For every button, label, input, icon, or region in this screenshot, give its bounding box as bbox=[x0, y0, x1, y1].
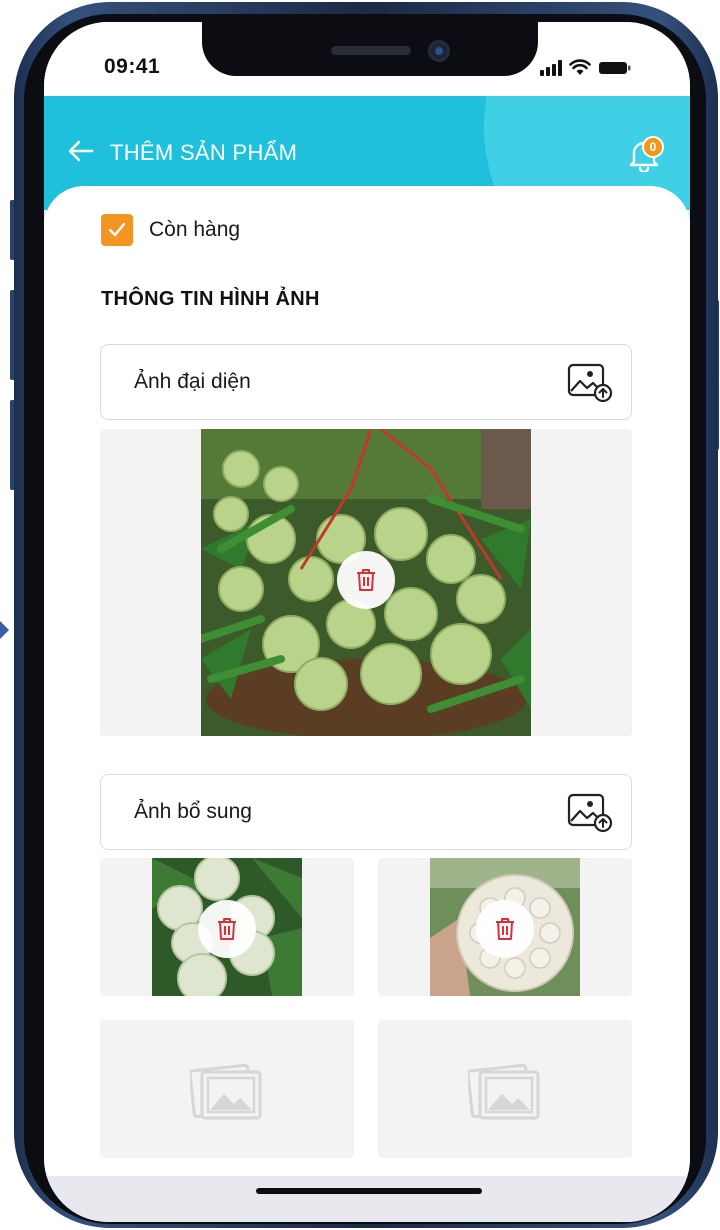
signal-icon bbox=[540, 60, 562, 76]
content-card: Còn hàng THÔNG TIN HÌNH ẢNH Ảnh đại diện bbox=[44, 186, 690, 1176]
trash-icon bbox=[218, 918, 236, 940]
status-icons bbox=[540, 54, 632, 76]
status-bar: 09:41 bbox=[44, 22, 690, 96]
home-indicator[interactable] bbox=[256, 1188, 482, 1194]
notification-badge: 0 bbox=[642, 136, 664, 158]
wifi-icon bbox=[569, 59, 591, 75]
extra-image-slot bbox=[100, 858, 354, 996]
extra-images-label: Ảnh bổ sung bbox=[134, 800, 252, 823]
image-placeholder-icon bbox=[190, 1063, 262, 1120]
bottom-area bbox=[44, 1176, 690, 1222]
image-upload-icon[interactable] bbox=[567, 363, 613, 403]
empty-image-slot[interactable] bbox=[378, 1020, 632, 1158]
in-stock-checkbox[interactable] bbox=[101, 214, 133, 246]
main-image-preview bbox=[100, 429, 632, 736]
section-title: THÔNG TIN HÌNH ẢNH bbox=[101, 288, 320, 310]
delete-main-image-button[interactable] bbox=[337, 551, 395, 609]
in-stock-label: Còn hàng bbox=[149, 218, 241, 241]
extra-image-slot bbox=[378, 858, 632, 996]
delete-extra-image-button[interactable] bbox=[476, 900, 534, 958]
extra-images-field[interactable]: Ảnh bổ sung bbox=[100, 774, 632, 850]
in-stock-row[interactable]: Còn hàng bbox=[101, 214, 240, 246]
checkmark-icon bbox=[108, 222, 126, 237]
image-placeholder-icon bbox=[468, 1063, 540, 1120]
main-image-label: Ảnh đại diện bbox=[134, 370, 251, 393]
arrow-left-icon[interactable] bbox=[66, 136, 96, 166]
main-image-field[interactable]: Ảnh đại diện bbox=[100, 344, 632, 420]
status-time: 09:41 bbox=[104, 55, 161, 78]
battery-icon bbox=[599, 62, 631, 74]
page-title: THÊM SẢN PHẨM bbox=[110, 140, 298, 165]
empty-image-slot[interactable] bbox=[100, 1020, 354, 1158]
front-camera bbox=[428, 40, 450, 62]
image-upload-icon[interactable] bbox=[567, 793, 613, 833]
phone-speaker bbox=[331, 46, 411, 55]
trash-icon bbox=[496, 918, 514, 940]
trash-icon bbox=[357, 569, 375, 591]
delete-extra-image-button[interactable] bbox=[198, 900, 256, 958]
phone-screen: 09:41 THÊM SẢN PHẨM 0 Còn hàng THÔNG TIN… bbox=[44, 22, 690, 1222]
edge-arrow-marker bbox=[0, 621, 9, 639]
